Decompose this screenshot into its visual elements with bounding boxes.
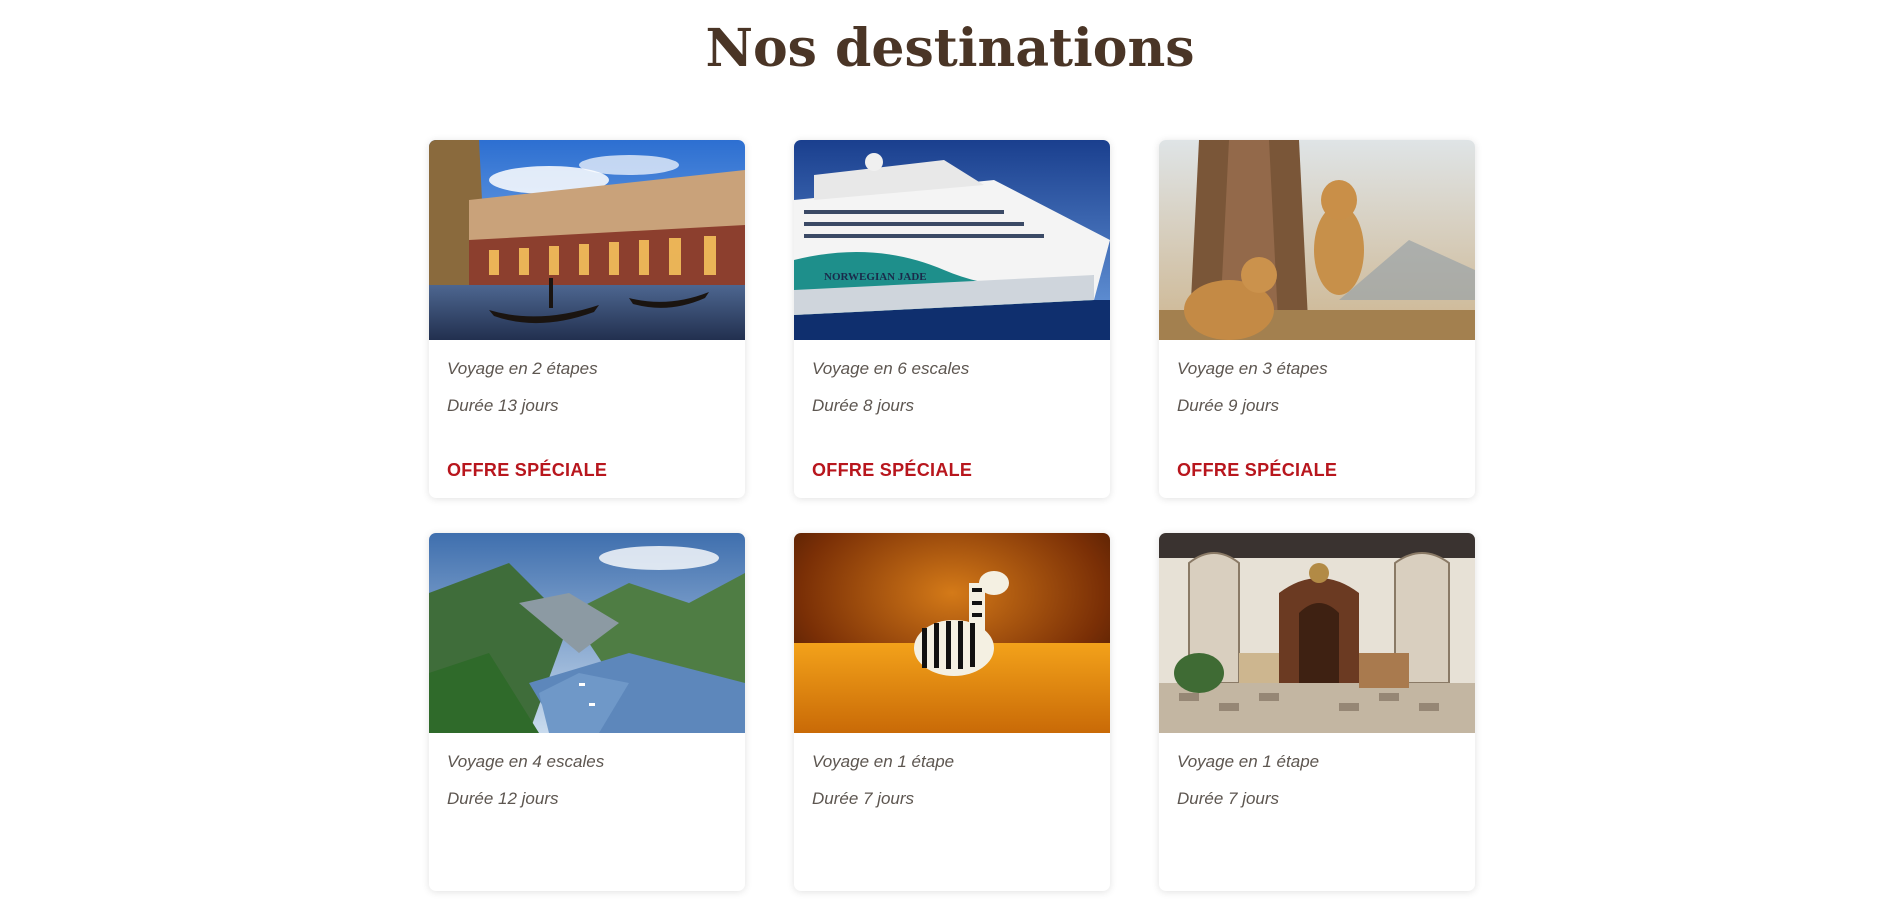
destination-card[interactable]: NORWEGIAN JADE Voyage en 6 escales Durée… (794, 140, 1110, 498)
special-offer-link[interactable]: OFFRE SPÉCIALE (447, 460, 607, 481)
card-stages: Voyage en 1 étape (812, 752, 955, 771)
card-duration: Durée 9 jours (1177, 396, 1280, 415)
destination-card[interactable]: Voyage en 1 étape Durée 7 jours (794, 533, 1110, 891)
lionesses-savanna-photo[interactable] (1159, 140, 1475, 340)
destination-card[interactable]: Voyage en 1 étape Durée 7 jours (1159, 533, 1475, 891)
destination-card[interactable]: Voyage en 3 étapes Durée 9 jours OFFRE S… (1159, 140, 1475, 498)
ship-name-text: NORWEGIAN JADE (824, 271, 927, 283)
card-stages: Voyage en 1 étape (1177, 752, 1320, 771)
card-stages: Voyage en 4 escales (447, 752, 605, 771)
moorish-palace-hall-photo[interactable] (1159, 533, 1475, 733)
norway-fjord-photo[interactable] (429, 533, 745, 733)
card-duration: Durée 7 jours (1177, 789, 1280, 808)
venice-gondola-canal-photo[interactable] (429, 140, 745, 340)
special-offer-link[interactable]: OFFRE SPÉCIALE (1177, 460, 1337, 481)
card-stages: Voyage en 6 escales (812, 359, 970, 378)
card-duration: Durée 13 jours (447, 396, 559, 415)
card-stages: Voyage en 2 étapes (447, 359, 598, 378)
card-duration: Durée 12 jours (447, 789, 559, 808)
page-title: Nos destinations (705, 18, 1195, 79)
cruise-ship-norwegian-jade-photo[interactable]: NORWEGIAN JADE (794, 140, 1110, 340)
destination-card[interactable]: Voyage en 4 escales Durée 12 jours (429, 533, 745, 891)
card-duration: Durée 7 jours (812, 789, 915, 808)
special-offer-link[interactable]: OFFRE SPÉCIALE (812, 460, 972, 481)
card-stages: Voyage en 3 étapes (1177, 359, 1328, 378)
card-duration: Durée 8 jours (812, 396, 915, 415)
destination-card[interactable]: Voyage en 2 étapes Durée 13 jours OFFRE … (429, 140, 745, 498)
zebra-golden-grass-photo[interactable] (794, 533, 1110, 733)
destinations-grid: Voyage en 2 étapes Durée 13 jours OFFRE … (429, 140, 1475, 891)
